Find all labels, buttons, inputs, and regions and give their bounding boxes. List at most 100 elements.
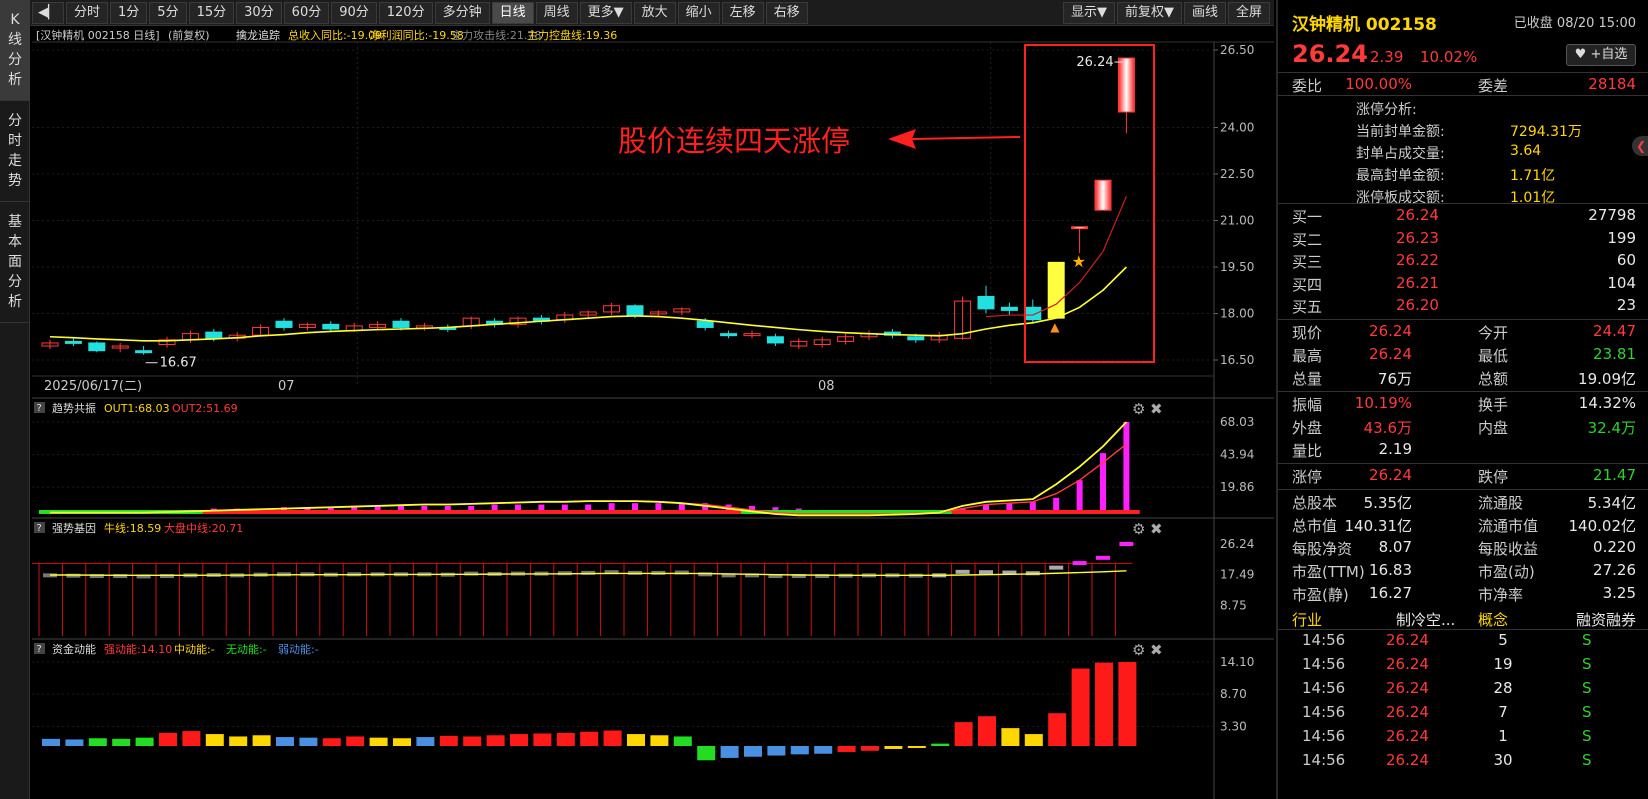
stats1-row: 外盘 43.6万 内盘 32.4万 [1278,417,1648,440]
strong-bar [1049,565,1064,570]
orderbook-row[interactable]: 买五 26.20 23 [1278,296,1648,319]
settings-icon: ⚙ [1132,641,1145,659]
weibi-value: 100.00% [1345,75,1412,93]
orderbook-row[interactable]: 买一 26.24 27798 [1278,206,1648,229]
chart-area[interactable]: [汉钟精机 002158 日线] (前复权) 擒龙追踪 总收入同比:-19.09 净利润… [32,28,1274,799]
stats-block: 振幅 10.19% 换手 14.32% 外盘 43.6万 内盘 32.4万 量比 2.19 [1278,390,1648,463]
strong-bar [1096,555,1110,560]
toolbar-right-button[interactable]: 显示▼ [1062,1,1115,24]
period-button[interactable]: 5分 [149,1,187,24]
panel-value: 无动能:- [226,642,267,656]
tab-industry-value[interactable]: 制冷空... [1396,609,1455,630]
tick-side: S [1582,726,1592,745]
tab-fundamentals[interactable]: 基 本 面 分 析 [0,202,30,323]
fund-bar [1048,713,1067,746]
fund-bar [112,738,131,746]
period-button[interactable]: 周线 [535,1,578,24]
period-button[interactable]: 60分 [283,1,330,24]
fund-bar [439,735,458,746]
fund-bar [884,746,903,749]
tick-volume: 5 [1498,630,1508,649]
fund-bar [790,746,809,755]
kline-chart[interactable]: [汉钟精机 002158 日线] (前复权) 擒龙追踪 总收入同比:-19.09净利润… [32,28,1274,799]
trend-tick-label: 68.03 [1220,415,1254,429]
price-tick-label: 24.00 [1220,121,1254,135]
quote-value2: 19.09亿 [1578,369,1636,388]
tick-time: 14:56 [1302,678,1346,697]
quote-label: 现价 [1292,323,1323,342]
strong-bar [979,570,993,575]
trend-baseline [1021,510,1047,514]
period-button[interactable]: 分时 [66,1,109,24]
orderbook-row[interactable]: 买三 26.22 60 [1278,251,1648,274]
panel-value: OUT2:51.69 [172,402,238,415]
tab-kline[interactable]: K 线 分 析 [0,0,30,101]
tick-volume: 19 [1493,654,1513,673]
tab-concept[interactable]: 概念 [1478,609,1508,630]
trend-baseline [975,510,1000,514]
fund-label: 总市值 [1292,516,1338,535]
panel-value: 大盘中线:20.71 [164,521,243,535]
tab-industry[interactable]: 行业 [1292,609,1322,630]
stats1-label2: 内盘 [1478,418,1509,437]
period-button[interactable]: 1分 [110,1,148,24]
candle-body [626,305,644,316]
orderbook-row[interactable]: 买二 26.23 199 [1278,229,1648,252]
panel-value: OUT1:68.03 [104,402,170,415]
fund-row: 市盈(静) 16.27 市净率 3.25 [1278,584,1648,607]
fund-value: 5.35亿 [1363,493,1412,512]
zt-label: 最高封单金额: [1356,168,1445,184]
period-button[interactable]: 日线 [491,1,534,24]
trend-baseline [530,510,555,514]
fund-bar [276,737,294,746]
tick-price: 26.24 [1386,678,1429,697]
toolbar-right-button[interactable]: 前复权▼ [1116,1,1182,24]
strong-tick-label: 26.24 [1220,537,1254,551]
limit-up-label: 涨停 [1292,467,1323,486]
tick-row: 14:56 26.24 28 S [1278,679,1648,703]
x-label-july: 07 [278,379,295,394]
period-button[interactable]: 放大 [633,1,676,24]
expand-arrow-icon[interactable]: ❮ [1632,136,1648,156]
fund-bar [159,732,177,746]
fund-bar [65,739,84,746]
quote-row: 总量 76万 总额 19.09亿 [1278,368,1648,391]
tick-volume: 30 [1493,750,1513,769]
quote-label: 总量 [1292,369,1323,388]
orderbook-row[interactable]: 买四 26.21 104 [1278,274,1648,297]
tab-intraday[interactable]: 分 时 走 势 [0,101,30,202]
quote-value: 26.24 [1369,321,1412,340]
tick-row: 14:56 26.24 19 S [1278,655,1648,679]
tick-row: 14:56 26.24 5 S [1278,631,1648,655]
stats1-row: 振幅 10.19% 换手 14.32% [1278,394,1648,417]
period-button[interactable]: 15分 [188,1,235,24]
fund-bar [299,737,318,746]
add-favorite-button[interactable]: ♥ +自选 [1566,44,1636,66]
trend-out1-line [50,421,1128,517]
candle-body [1000,306,1018,311]
period-button[interactable]: 多分钟 [434,1,490,24]
ob-price: 26.23 [1396,228,1439,247]
candle-body [907,336,925,341]
period-button[interactable]: 缩小 [677,1,720,24]
period-button[interactable]: 90分 [331,1,377,24]
tab-margin[interactable]: 融资融券 [1576,609,1636,630]
fund-bar [556,732,575,746]
chart-header-item: 主力控盘线:19.36 [527,28,617,42]
fund-bar [182,731,201,746]
fund-bar [1024,734,1043,746]
period-button[interactable]: 左移 [721,1,764,24]
period-button[interactable]: 120分 [378,1,433,24]
toolbar-right-button[interactable]: 全屏 [1227,1,1270,24]
fund-bar [907,746,926,748]
panel-value: 牛线:18.59 [104,521,161,535]
trend-bar [1076,480,1083,514]
fund-tick-label: 8.70 [1220,687,1247,701]
fund-value: 140.31亿 [1344,516,1413,535]
collapse-icon[interactable]: ◀▏ [32,1,64,24]
period-button[interactable]: 右移 [765,1,808,24]
period-button[interactable]: 更多▼ [579,1,632,24]
toolbar-right-button[interactable]: 画线 [1183,1,1226,24]
trend-baseline [694,510,719,514]
period-button[interactable]: 30分 [236,1,282,24]
